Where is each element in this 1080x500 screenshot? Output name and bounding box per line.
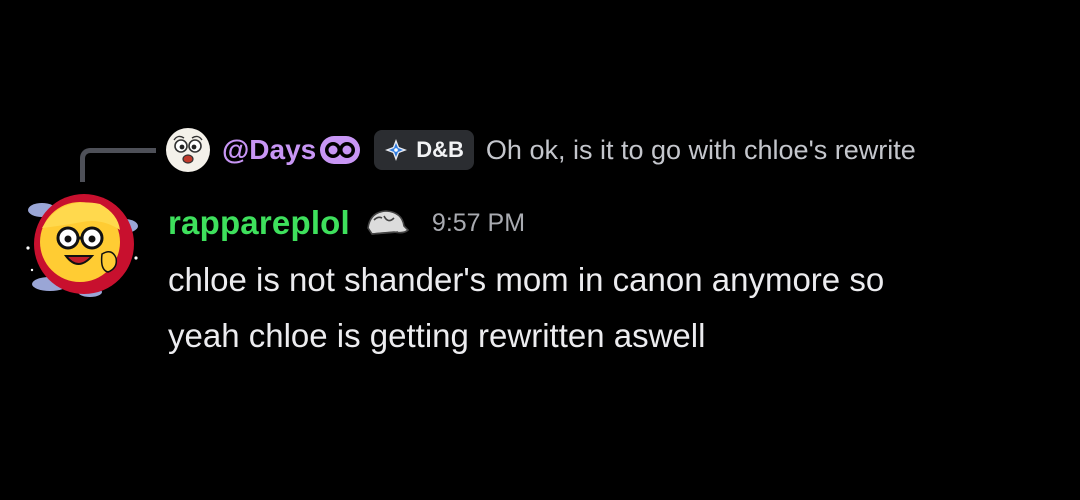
author-username[interactable]: rappareplol: [168, 204, 350, 242]
reply-username[interactable]: @Days: [222, 134, 316, 166]
user-avatar[interactable]: [20, 188, 142, 300]
eyes-icon: [320, 136, 361, 164]
message-line: yeah chloe is getting rewritten aswell: [168, 317, 706, 354]
reply-connector-line: [80, 148, 156, 182]
reply-avatar[interactable]: [166, 128, 210, 172]
server-tag[interactable]: D&B: [374, 130, 474, 170]
message-line: chloe is not shander's mom in canon anym…: [168, 261, 885, 298]
diamond-sparkle-icon: [385, 139, 408, 161]
reply-preview[interactable]: @Days D&B Oh ok, is it to go with chloe'…: [166, 128, 916, 172]
cap-badge-icon[interactable]: [364, 206, 410, 240]
message-timestamp[interactable]: 9:57 PM: [432, 209, 525, 238]
message-content[interactable]: chloe is not shander's mom in canon anym…: [168, 252, 1068, 364]
server-tag-label: D&B: [416, 137, 464, 162]
cartoon-face-icon: [169, 131, 207, 169]
message-header: rappareplol 9:57 PM: [168, 200, 525, 246]
reply-message-text[interactable]: Oh ok, is it to go with chloe's rewrite: [486, 135, 916, 166]
